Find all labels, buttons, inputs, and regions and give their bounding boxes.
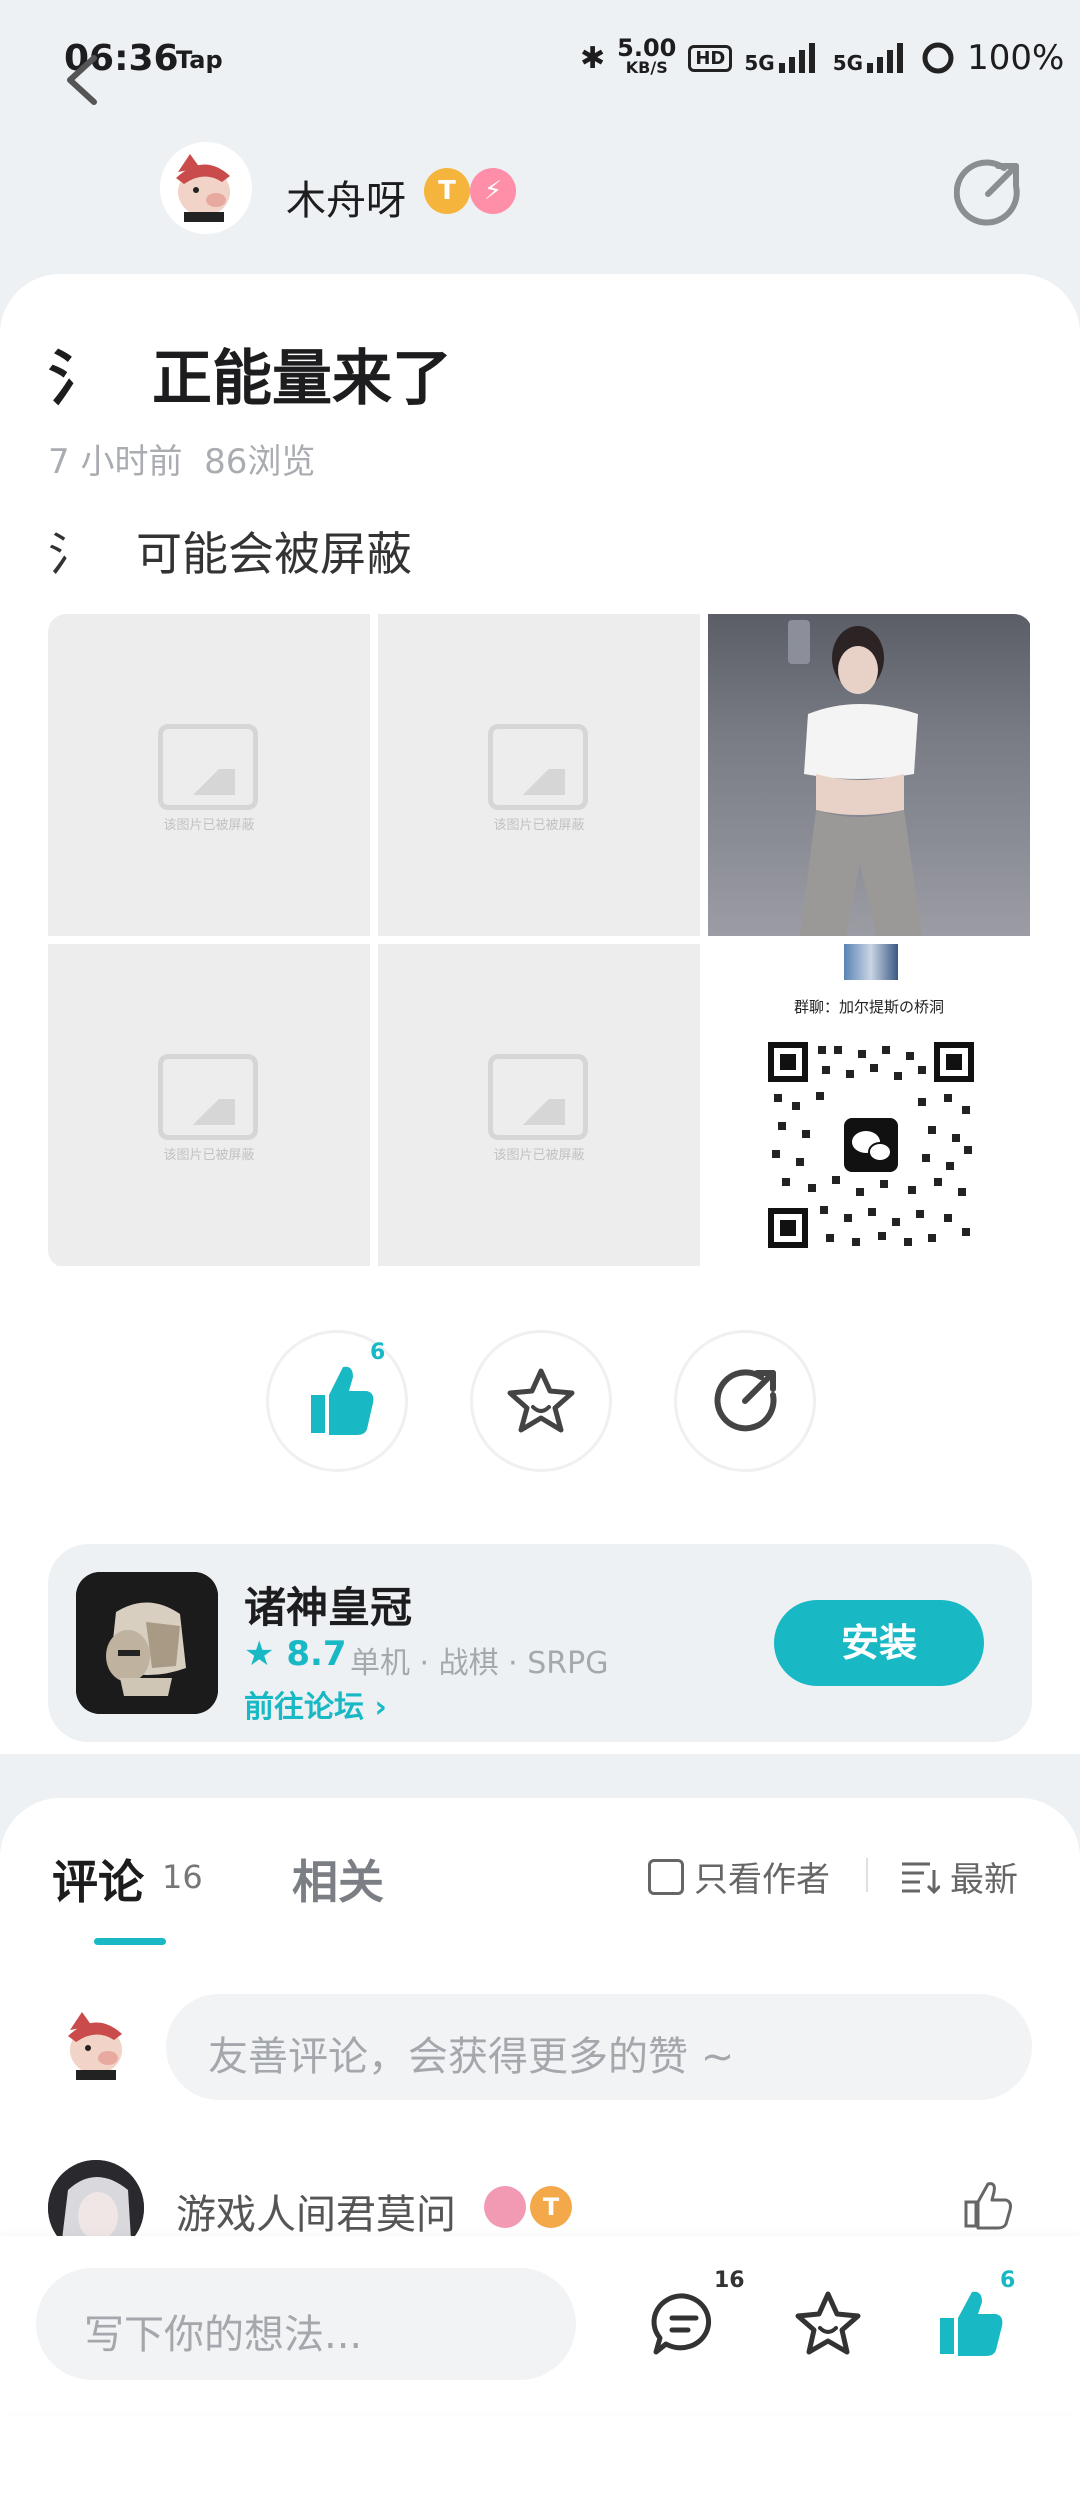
checkbox-icon [648, 1858, 684, 1895]
mic-badge-icon [484, 2186, 526, 2228]
bluetooth-icon: ✱ [580, 40, 606, 76]
group-thumb [844, 944, 898, 980]
chevron-right-icon: › [374, 1690, 387, 1725]
back-arrow-icon[interactable] [54, 40, 114, 120]
share-icon[interactable] [954, 158, 1024, 228]
comment-like-icon[interactable] [960, 2178, 1016, 2234]
post-meta: 7 小时前 86浏览 [48, 434, 315, 483]
game-rating: ★ 8.7 [244, 1634, 347, 1674]
hd-icon: HD [688, 44, 733, 72]
game-tags: 单机 · 战棋 · SRPG [350, 1646, 609, 1681]
status-app-label: Tap [176, 46, 223, 74]
armor-icon [76, 1572, 218, 1714]
post-photo[interactable] [708, 614, 1030, 936]
pig-avatar-icon [52, 2000, 144, 2092]
status-bar: 06:36 Tap ✱ 5.00 KB/S HD 5G 5G 100% [0, 0, 1080, 120]
install-button[interactable]: 安装 [774, 1600, 984, 1686]
post-title-text: 正能量来了 [152, 344, 452, 414]
my-avatar [52, 2000, 144, 2092]
blocked-image[interactable]: 该图片已被屏蔽 [378, 614, 700, 936]
game-name[interactable]: 诸神皇冠 [244, 1574, 412, 1635]
sort-toggle[interactable]: 最新 [900, 1852, 1018, 1901]
commenter-name[interactable]: 游戏人间君莫问 [176, 2182, 456, 2240]
signal-bars-icon [867, 43, 904, 73]
tab-indicator [94, 1938, 166, 1945]
qr-code-icon [768, 1042, 974, 1248]
blocked-caption: 该图片已被屏蔽 [163, 1148, 255, 1163]
status-right-group: ✱ 5.00 KB/S HD 5G 5G 100% [580, 34, 1065, 78]
blocked-caption: 该图片已被屏蔽 [163, 818, 255, 833]
image-placeholder-icon [158, 724, 258, 810]
game-icon[interactable] [76, 1572, 218, 1714]
post-subtitle-text: 可能会被屏蔽 [136, 527, 412, 581]
network-speed-unit: KB/S [625, 58, 668, 77]
sort-icon [902, 1862, 940, 1894]
share-button[interactable] [674, 1330, 816, 1472]
post-time: 7 小时前 [48, 442, 183, 482]
level-badge-icon: T [424, 168, 470, 214]
share-icon [714, 1369, 777, 1432]
game-rating-value: 8.7 [286, 1634, 347, 1674]
photo-figure [788, 620, 922, 936]
forum-link[interactable]: 前往论坛 › [244, 1682, 387, 1726]
blocked-caption: 该图片已被屏蔽 [493, 818, 585, 833]
bottom-input-placeholder: 写下你的想法... [84, 2312, 363, 2358]
post-title-prefix: 氵 [48, 344, 108, 414]
signal-5g-1: 5G [744, 41, 820, 75]
forum-link-label: 前往论坛 [244, 1690, 364, 1725]
favorite-button[interactable] [470, 1330, 612, 1472]
like-count: 6 [370, 1340, 386, 1365]
pig-avatar-icon [160, 142, 252, 234]
blocked-image[interactable]: 该图片已被屏蔽 [48, 944, 370, 1266]
qr-group-label: 群聊：加尔提斯の桥洞 [793, 998, 944, 1016]
blocked-image[interactable]: 该图片已被屏蔽 [48, 614, 370, 936]
image-placeholder-icon [158, 1054, 258, 1140]
star-icon [507, 1368, 575, 1433]
star-filled-icon: ★ [244, 1634, 275, 1674]
divider [866, 1858, 868, 1892]
battery-level: 100% [967, 38, 1065, 78]
network-speed-value: 5.00 [617, 34, 677, 62]
blocked-caption: 该图片已被屏蔽 [493, 1148, 585, 1163]
bottom-like-count: 6 [1000, 2268, 1016, 2293]
sort-label: 最新 [950, 1860, 1018, 1900]
image-grid: 该图片已被屏蔽 该图片已被屏蔽 该图片已被屏蔽 该图片已被屏蔽 群聊：加尔提斯の… [48, 614, 1032, 1268]
blocked-image[interactable]: 该图片已被屏蔽 [378, 944, 700, 1266]
level-badge-icon: T [530, 2186, 572, 2228]
thumbs-up-icon[interactable] [934, 2288, 1006, 2360]
qr-code-image[interactable]: 群聊：加尔提斯の桥洞 [708, 944, 1030, 1266]
post-subtitle: 氵可能会被屏蔽 [48, 518, 412, 584]
tab-related[interactable]: 相关 [292, 1846, 384, 1912]
author-avatar[interactable] [160, 142, 252, 234]
post-title: 氵正能量来了 [48, 330, 452, 417]
signal-5g-2-label: 5G [832, 51, 864, 75]
battery-ring-icon [922, 42, 954, 74]
comment-input-placeholder: 友善评论，会获得更多的赞 ~ [208, 2034, 735, 2080]
comment-bubble-icon[interactable] [648, 2288, 720, 2360]
bottom-comment-count: 16 [714, 2268, 745, 2293]
like-button[interactable] [266, 1330, 408, 1472]
author-name[interactable]: 木舟呀 [286, 168, 406, 226]
lightning-badge-icon: ⚡ [470, 168, 516, 214]
post-views: 86浏览 [204, 442, 316, 482]
image-placeholder-icon [488, 724, 588, 810]
only-author-label: 只看作者 [694, 1860, 830, 1900]
signal-5g-2: 5G [833, 41, 909, 75]
image-placeholder-icon [488, 1054, 588, 1140]
tab-comments[interactable]: 评论 [52, 1846, 144, 1912]
only-author-toggle[interactable]: 只看作者 [648, 1852, 830, 1901]
signal-bars-icon [778, 43, 815, 73]
star-icon[interactable] [792, 2288, 864, 2360]
signal-5g-1-label: 5G [744, 51, 775, 75]
post-subtitle-prefix: 氵 [48, 527, 94, 581]
comments-count: 16 [162, 1858, 203, 1896]
network-speed: 5.00 KB/S [617, 34, 677, 78]
